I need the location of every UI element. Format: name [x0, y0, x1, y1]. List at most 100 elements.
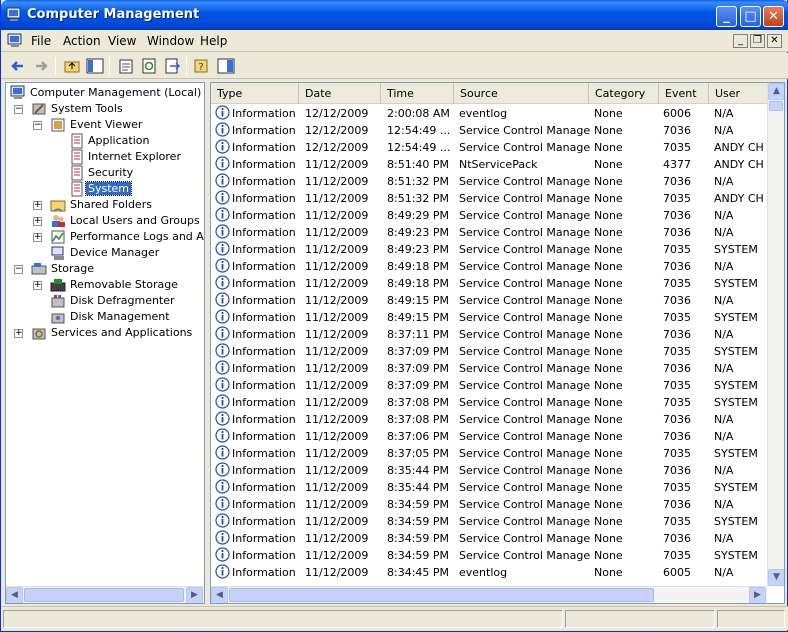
- scroll-down-button[interactable]: ▼: [768, 569, 784, 586]
- collapse-icon[interactable]: −: [14, 265, 23, 274]
- cell-category: None: [594, 498, 623, 511]
- table-row[interactable]: Information 11/12/2009 8:49:18 PM Service C…: [211, 275, 767, 292]
- action-pane-icon[interactable]: [216, 56, 236, 76]
- back-icon[interactable]: [8, 56, 28, 76]
- cell-user: SYSTEM: [714, 447, 758, 460]
- scroll-right-button[interactable]: ▶: [749, 587, 766, 603]
- cell-date: 11/12/2009: [305, 328, 369, 341]
- menu-window[interactable]: Window: [147, 34, 194, 48]
- column-header-category[interactable]: Category: [589, 83, 659, 104]
- cell-date: 11/12/2009: [305, 175, 369, 188]
- cell-event: 7036: [663, 464, 691, 477]
- cell-date: 11/12/2009: [305, 260, 369, 273]
- table-row[interactable]: Information 11/12/2009 8:35:44 PM Service C…: [211, 479, 767, 496]
- scroll-thumb[interactable]: [24, 588, 184, 602]
- child-minimize-button[interactable]: _: [733, 34, 748, 48]
- cell-type: Information: [232, 430, 296, 443]
- table-row[interactable]: Information 11/12/2009 8:49:18 PM Service C…: [211, 258, 767, 275]
- cell-event: 7035: [663, 311, 691, 324]
- table-row[interactable]: Information 11/12/2009 8:51:32 PM Service C…: [211, 190, 767, 207]
- column-header-user[interactable]: User: [709, 83, 767, 104]
- scroll-thumb[interactable]: [769, 101, 783, 111]
- computer-icon: [10, 85, 25, 99]
- table-row[interactable]: Information 11/12/2009 8:34:45 PM eventlog N…: [211, 564, 767, 581]
- table-row[interactable]: Information 11/12/2009 8:37:09 PM Service C…: [211, 360, 767, 377]
- tree-horizontal-scrollbar[interactable]: ◀ ▶: [6, 586, 204, 603]
- table-row[interactable]: Information 11/12/2009 8:37:06 PM Service C…: [211, 428, 767, 445]
- collapse-icon[interactable]: −: [33, 121, 42, 130]
- scroll-up-button[interactable]: ▲: [768, 83, 784, 100]
- table-row[interactable]: Information 11/12/2009 8:51:40 PM NtService…: [211, 156, 767, 173]
- menu-view[interactable]: View: [108, 34, 136, 48]
- close-button[interactable]: ✕: [763, 6, 784, 27]
- information-icon: [215, 309, 230, 324]
- table-row[interactable]: Information 11/12/2009 8:37:09 PM Service C…: [211, 343, 767, 360]
- table-row[interactable]: Information 12/12/2009 12:54:49 ... Service…: [211, 139, 767, 156]
- column-header-time[interactable]: Time: [381, 83, 454, 104]
- table-row[interactable]: Information 11/12/2009 8:34:59 PM Service C…: [211, 530, 767, 547]
- table-row[interactable]: Information 11/12/2009 8:35:44 PM Service C…: [211, 462, 767, 479]
- cell-time: 8:35:44 PM: [387, 464, 450, 477]
- table-row[interactable]: Information 11/12/2009 8:49:29 PM Service C…: [211, 207, 767, 224]
- maximize-button[interactable]: □: [740, 6, 761, 27]
- cell-source: Service Control Manager: [459, 209, 591, 222]
- list-horizontal-scrollbar[interactable]: ◀ ▶: [211, 586, 767, 603]
- menu-action[interactable]: Action: [63, 34, 101, 48]
- cell-date: 11/12/2009: [305, 277, 369, 290]
- minimize-button[interactable]: _: [716, 6, 737, 27]
- table-row[interactable]: Information 11/12/2009 8:49:23 PM Service C…: [211, 241, 767, 258]
- expand-icon[interactable]: +: [33, 233, 42, 242]
- forward-icon[interactable]: [31, 56, 51, 76]
- table-row[interactable]: Information 12/12/2009 2:00:08 AM eventlog N…: [211, 105, 767, 122]
- column-header-date[interactable]: Date: [299, 83, 381, 104]
- table-row[interactable]: Information 11/12/2009 8:37:09 PM Service C…: [211, 377, 767, 394]
- table-row[interactable]: Information 11/12/2009 8:34:59 PM Service C…: [211, 513, 767, 530]
- column-header-source[interactable]: Source: [454, 83, 589, 104]
- collapse-icon[interactable]: −: [14, 105, 23, 114]
- cell-date: 11/12/2009: [305, 311, 369, 324]
- table-row[interactable]: Information 12/12/2009 12:54:49 ... Service…: [211, 122, 767, 139]
- cell-event: 7036: [663, 328, 691, 341]
- menu-help[interactable]: Help: [200, 34, 227, 48]
- show-hide-tree-icon[interactable]: [85, 56, 105, 76]
- status-panel-tertiary: [717, 610, 785, 628]
- expand-icon[interactable]: +: [33, 281, 42, 290]
- properties-icon[interactable]: [116, 56, 136, 76]
- table-row[interactable]: Information 11/12/2009 8:37:08 PM Service C…: [211, 411, 767, 428]
- menu-file[interactable]: File: [31, 34, 51, 48]
- system-menu-icon[interactable]: [7, 33, 23, 49]
- table-row[interactable]: Information 11/12/2009 8:49:23 PM Service C…: [211, 224, 767, 241]
- expand-icon[interactable]: +: [33, 217, 42, 226]
- scroll-right-button[interactable]: ▶: [186, 587, 203, 603]
- column-header-type[interactable]: Type: [211, 83, 299, 104]
- child-restore-button[interactable]: ❐: [750, 34, 765, 48]
- cell-type: Information: [232, 464, 296, 477]
- scroll-thumb[interactable]: [229, 588, 654, 602]
- cell-time: 8:37:08 PM: [387, 396, 450, 409]
- table-row[interactable]: Information 11/12/2009 8:51:32 PM Service C…: [211, 173, 767, 190]
- table-row[interactable]: Information 11/12/2009 8:34:59 PM Service C…: [211, 547, 767, 564]
- column-header-event[interactable]: Event: [659, 83, 709, 104]
- refresh-icon[interactable]: [139, 56, 159, 76]
- table-row[interactable]: Information 11/12/2009 8:34:59 PM Service C…: [211, 496, 767, 513]
- expand-icon[interactable]: +: [33, 201, 42, 210]
- cell-event: 7035: [663, 192, 691, 205]
- table-row[interactable]: Information 11/12/2009 8:37:08 PM Service C…: [211, 394, 767, 411]
- scroll-left-button[interactable]: ◀: [6, 587, 23, 603]
- help-icon[interactable]: ?: [192, 56, 212, 76]
- cell-time: 8:49:15 PM: [387, 294, 450, 307]
- child-close-button[interactable]: ✕: [767, 34, 782, 48]
- up-folder-icon[interactable]: [62, 56, 82, 76]
- table-row[interactable]: Information 11/12/2009 8:49:15 PM Service C…: [211, 292, 767, 309]
- table-row[interactable]: Information 11/12/2009 8:37:05 PM Service C…: [211, 445, 767, 462]
- title-bar[interactable]: Computer Management _ □ ✕: [1, 0, 788, 30]
- table-row[interactable]: Information 11/12/2009 8:49:15 PM Service C…: [211, 309, 767, 326]
- export-list-icon[interactable]: [162, 56, 182, 76]
- scroll-left-button[interactable]: ◀: [211, 587, 228, 603]
- expand-icon[interactable]: +: [14, 329, 23, 338]
- cell-user: SYSTEM: [714, 515, 758, 528]
- list-vertical-scrollbar[interactable]: ▲ ▼: [767, 83, 784, 586]
- cell-category: None: [594, 396, 623, 409]
- table-row[interactable]: Information 11/12/2009 8:37:11 PM Service C…: [211, 326, 767, 343]
- cell-user: SYSTEM: [714, 243, 758, 256]
